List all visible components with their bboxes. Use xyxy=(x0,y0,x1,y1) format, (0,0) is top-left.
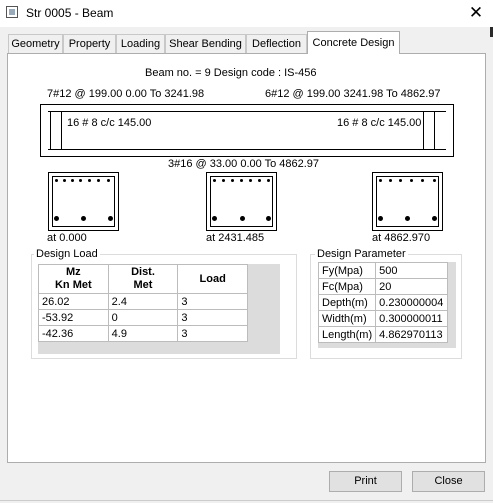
top-right-bars-label: 6#12 @ 199.00 3241.98 To 4862.97 xyxy=(265,88,441,100)
cell-dist[interactable]: 0 xyxy=(107,309,179,326)
window-title: Str 0005 - Beam xyxy=(26,6,114,20)
rebar-dot xyxy=(63,179,66,182)
tab-property[interactable]: Property xyxy=(63,34,116,53)
rebar-dot xyxy=(107,179,110,182)
beam-info: Beam no. = 9 Design code : IS-456 xyxy=(145,67,317,79)
rebar-dot xyxy=(222,179,225,182)
top-bar-line xyxy=(48,111,446,112)
cell-mz[interactable]: 26.02 xyxy=(38,293,109,310)
param-value[interactable]: 4.862970113 xyxy=(375,326,448,343)
cell-dist[interactable]: 4.9 xyxy=(107,325,179,342)
cell-load[interactable]: 3 xyxy=(177,309,248,326)
tab-shear-bending[interactable]: Shear Bending xyxy=(165,34,246,53)
param-value[interactable]: 20 xyxy=(375,278,448,295)
rebar-dot xyxy=(71,179,74,182)
stirrups-right-label: 16 # 8 c/c 145.00 xyxy=(337,117,422,129)
close-icon[interactable]: ✕ xyxy=(466,2,486,24)
window-bottom-border xyxy=(0,500,493,501)
tab-deflection[interactable]: Deflection xyxy=(246,34,307,53)
design-load-table: Mz Kn Met Dist. Met Load 26.02 2.4 3 -53.9… xyxy=(38,264,248,342)
cell-mz[interactable]: -42.36 xyxy=(38,325,109,342)
cell-load[interactable]: 3 xyxy=(177,325,248,342)
right-stirrup-line xyxy=(423,111,424,150)
print-button[interactable]: Print xyxy=(329,471,402,492)
param-label: Depth(m) xyxy=(317,294,377,311)
col-header-dist[interactable]: Dist. Met xyxy=(107,264,179,294)
param-label: Width(m) xyxy=(317,310,377,327)
rebar-dot xyxy=(55,179,58,182)
table-row[interactable]: Depth(m) 0.230000004 xyxy=(317,294,448,311)
cell-dist[interactable]: 2.4 xyxy=(107,293,179,310)
table-row[interactable]: -53.92 0 3 xyxy=(38,309,248,326)
stirrups-left-label: 16 # 8 c/c 145.00 xyxy=(67,117,152,129)
rebar-dot xyxy=(389,179,392,182)
rebar-dot xyxy=(54,216,59,221)
rebar-dot xyxy=(81,216,86,221)
rebar-dot xyxy=(212,216,217,221)
left-end-line xyxy=(50,111,51,150)
section-mid-label: at 2431.485 xyxy=(206,232,265,244)
rebar-dot xyxy=(79,179,82,182)
bottom-bars-label: 3#16 @ 33.00 0.00 To 4862.97 xyxy=(168,158,320,170)
design-load-title: Design Load xyxy=(34,248,100,260)
param-label: Fy(Mpa) xyxy=(317,262,377,279)
param-value[interactable]: 500 xyxy=(375,262,448,279)
cell-load[interactable]: 3 xyxy=(177,293,248,310)
table-row[interactable]: Fy(Mpa) 500 xyxy=(317,262,448,279)
rebar-dot xyxy=(410,179,413,182)
rebar-dot xyxy=(266,216,271,221)
table-row[interactable]: Width(m) 0.300000011 xyxy=(317,310,448,327)
rebar-dot xyxy=(249,179,252,182)
tab-concrete-design[interactable]: Concrete Design xyxy=(307,31,400,54)
rebar-dot xyxy=(433,179,436,182)
section-start-label: at 0.000 xyxy=(47,232,87,244)
param-value[interactable]: 0.300000011 xyxy=(375,310,448,327)
param-label: Fc(Mpa) xyxy=(317,278,377,295)
left-stirrup-line xyxy=(61,111,62,150)
app-icon xyxy=(6,6,18,18)
col-header-load[interactable]: Load xyxy=(177,264,248,294)
rebar-dot xyxy=(399,179,402,182)
rebar-dot xyxy=(97,179,100,182)
rebar-dot xyxy=(258,179,261,182)
table-row[interactable]: -42.36 4.9 3 xyxy=(38,325,248,342)
right-end-line xyxy=(434,111,435,150)
close-button[interactable]: Close xyxy=(412,471,485,492)
rebar-dot xyxy=(88,179,91,182)
col-header-mz[interactable]: Mz Kn Met xyxy=(38,264,109,294)
top-left-bars-label: 7#12 @ 199.00 0.00 To 3241.98 xyxy=(47,88,205,100)
section-end-label: at 4862.970 xyxy=(372,232,431,244)
cell-mz[interactable]: -53.92 xyxy=(38,309,109,326)
rebar-dot xyxy=(432,216,437,221)
tab-geometry[interactable]: Geometry xyxy=(8,34,63,53)
bottom-bar-line xyxy=(48,149,446,150)
param-label: Length(m) xyxy=(317,326,377,343)
rebar-dot xyxy=(213,179,216,182)
design-parameter-table: Fy(Mpa) 500 Fc(Mpa) 20 Depth(m) 0.230000… xyxy=(317,262,448,343)
rebar-dot xyxy=(108,216,113,221)
table-row[interactable]: Length(m) 4.862970113 xyxy=(317,326,448,343)
rebar-dot xyxy=(421,179,424,182)
design-parameter-title: Design Parameter xyxy=(315,248,408,260)
rebar-dot xyxy=(378,216,383,221)
tab-loading[interactable]: Loading xyxy=(116,34,165,53)
rebar-dot xyxy=(240,216,245,221)
table-row[interactable]: 26.02 2.4 3 xyxy=(38,293,248,310)
rebar-dot xyxy=(231,179,234,182)
rebar-dot xyxy=(240,179,243,182)
rebar-dot xyxy=(405,216,410,221)
param-value[interactable]: 0.230000004 xyxy=(375,294,448,311)
rebar-dot xyxy=(267,179,270,182)
table-row[interactable]: Fc(Mpa) 20 xyxy=(317,278,448,295)
rebar-dot xyxy=(379,179,382,182)
